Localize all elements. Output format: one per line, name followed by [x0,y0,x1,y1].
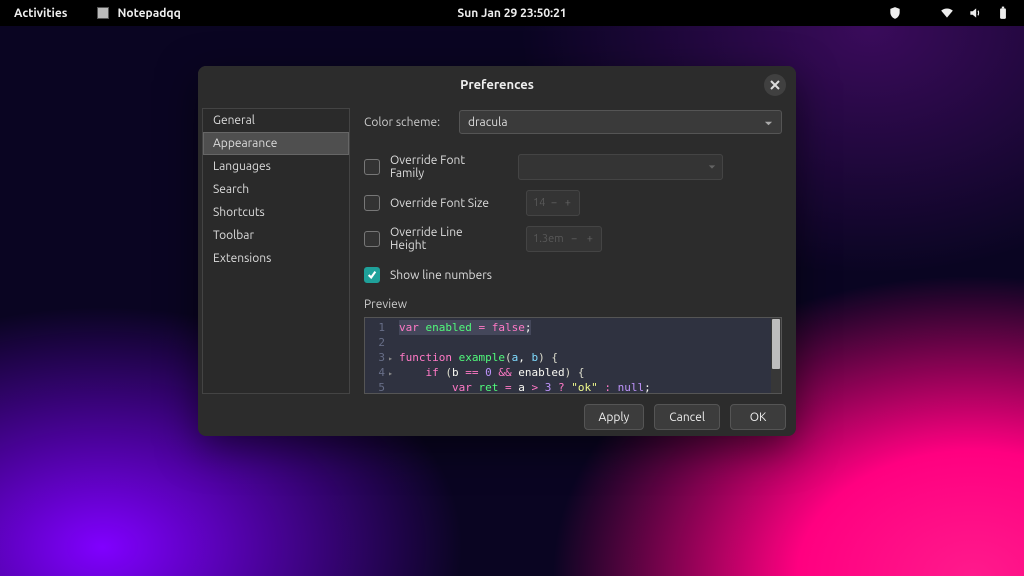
font-size-stepper: 14 − + [526,190,580,216]
preferences-content: Color scheme: dracula Override Font Fami… [350,104,796,398]
app-menu[interactable]: Notepadqq [97,7,180,20]
color-scheme-dropdown[interactable]: dracula [459,110,782,134]
show-line-numbers-label: Show line numbers [390,269,492,282]
show-line-numbers-checkbox[interactable] [364,267,380,283]
shield-icon [888,6,902,20]
clock-label: Sun Jan 29 23:50:21 [457,7,566,20]
plus-icon: + [585,233,595,245]
ok-button[interactable]: OK [730,404,786,430]
line-height-stepper: 1.3em − + [526,226,602,252]
override-font-family-label: Override Font Family [390,154,498,180]
sidebar-item-shortcuts[interactable]: Shortcuts [203,201,349,224]
chevron-down-icon [764,118,773,127]
sidebar-item-languages[interactable]: Languages [203,155,349,178]
sidebar-item-extensions[interactable]: Extensions [203,247,349,270]
minus-icon: − [549,197,559,209]
code-preview: 1 2 3 4 5 6 7 8 9 10 var enabled = false… [364,317,782,394]
dialog-titlebar[interactable]: Preferences [198,66,796,104]
color-scheme-label: Color scheme: [364,116,449,129]
preview-label: Preview [364,298,782,311]
app-name-label: Notepadqq [117,7,180,20]
sidebar-item-toolbar[interactable]: Toolbar [203,224,349,247]
color-scheme-value: dracula [468,116,508,129]
override-line-height-label: Override Line Height [390,226,498,252]
preview-scrollbar[interactable] [771,318,781,393]
app-icon [97,7,109,19]
system-tray[interactable] [888,6,1010,20]
dialog-button-bar: Apply Cancel OK [198,398,796,436]
preview-code-body: var enabled = false; function example(a,… [389,318,781,393]
preferences-sidebar: General Appearance Languages Search Shor… [202,108,350,394]
preview-scrollthumb[interactable] [772,319,780,369]
override-font-family-checkbox[interactable] [364,159,380,175]
preferences-dialog: Preferences General Appearance Languages… [198,66,796,436]
sidebar-item-appearance[interactable]: Appearance [203,132,349,155]
sidebar-item-general[interactable]: General [203,109,349,132]
battery-icon [996,6,1010,20]
close-icon [770,80,780,90]
check-icon [367,270,377,280]
plus-icon: + [563,197,573,209]
preview-gutter: 1 2 3 4 5 6 7 8 9 10 [365,318,389,393]
dialog-title: Preferences [460,78,534,92]
sidebar-item-search[interactable]: Search [203,178,349,201]
override-line-height-checkbox[interactable] [364,231,380,247]
activities-button[interactable]: Activities [14,7,67,20]
network-icon [940,6,954,20]
close-button[interactable] [764,74,786,96]
minus-icon: − [569,233,579,245]
volume-icon [968,6,982,20]
gnome-top-bar: Activities Notepadqq Sun Jan 29 23:50:21 [0,0,1024,26]
apply-button[interactable]: Apply [584,404,645,430]
font-family-dropdown [518,154,723,180]
cancel-button[interactable]: Cancel [654,404,720,430]
override-font-size-label: Override Font Size [390,197,498,210]
override-font-size-checkbox[interactable] [364,195,380,211]
